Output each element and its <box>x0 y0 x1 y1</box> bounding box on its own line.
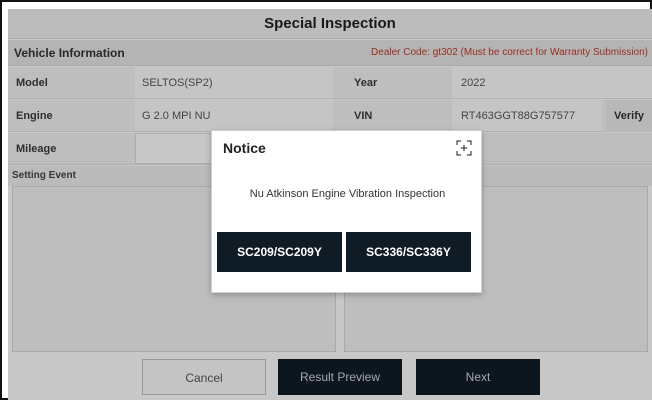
sc209-option-button[interactable]: SC209/SC209Y <box>217 232 342 272</box>
notice-message: Nu Atkinson Engine Vibration Inspection <box>249 188 446 200</box>
sc336-option-button[interactable]: SC336/SC336Y <box>346 232 471 272</box>
special-inspection-screen: Special Inspection Vehicle Information D… <box>8 9 652 400</box>
notice-dialog: Notice Nu Atkinson Engine Vibration Insp… <box>211 130 482 293</box>
notice-title: Notice <box>223 140 266 156</box>
screen-frame: Special Inspection Vehicle Information D… <box>0 0 652 400</box>
expand-icon[interactable] <box>456 140 472 156</box>
